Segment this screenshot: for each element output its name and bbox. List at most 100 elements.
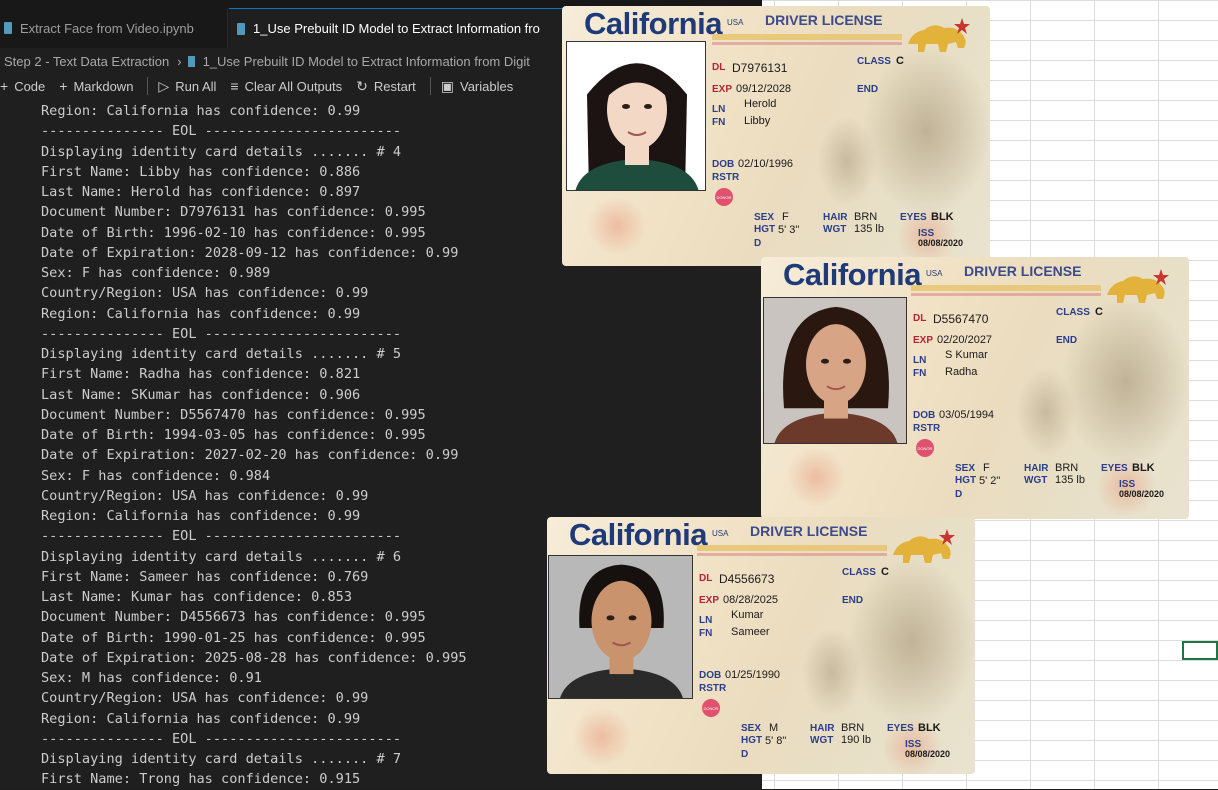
eye [606,615,615,621]
hgt-label: HGT [754,224,776,235]
dob-label: DOB [699,670,722,681]
output-line: Date of Birth: 1990-01-25 has confidence… [41,629,426,646]
eyes-value: BLK [931,211,954,223]
weight-value: 190 lb [841,734,871,746]
output-line: --------------- EOL --------------------… [41,528,402,545]
weight-value: 135 lb [854,223,884,235]
first-name: Radha [945,366,978,378]
dob-date: 02/10/1996 [738,158,794,170]
last-name: Kumar [731,609,764,621]
driver-license-card: California USA DRIVER LICENSE DL D455667… [547,517,975,774]
last-name: S Kumar [945,349,988,361]
height-value: 5' 2" [979,475,1001,487]
exp-label: EXP [913,335,934,346]
poppy-art [781,447,851,507]
class-value: C [896,55,904,67]
portrait-face [560,564,683,698]
toolbar-divider [429,77,431,95]
clear-all-label: Clear All Outputs [244,78,343,94]
ghost-portrait [1016,367,1076,457]
add-markdown-label: Markdown [73,78,134,94]
eyes-value: BLK [918,722,941,734]
d-label: D [955,489,963,500]
class-label: CLASS [842,567,876,578]
tab-label: 1_Use Prebuilt ID Model to Extract Infor… [253,21,540,36]
eyes-value: BLK [1132,462,1155,474]
add-code-button[interactable]: + Code [0,78,45,94]
class-label: CLASS [857,56,891,67]
donor-label: DONOR [716,194,732,200]
driver-license-card: California USA DRIVER LICENSE DL D556747… [761,257,1189,519]
eye [628,615,637,621]
eyes-label: EYES [887,723,914,734]
dl-number: D7976131 [732,61,788,75]
output-line: Date of Birth: 1994-03-05 has confidence… [41,427,426,443]
dl-number: D5567470 [933,312,989,326]
ln-label: LN [712,104,726,115]
variables-button[interactable]: ▣ Variables [441,78,513,95]
output-line: Country/Region: USA has confidence: 0.99 [41,487,369,504]
breadcrumb-folder[interactable]: Step 2 - Text Data Extraction [4,54,169,69]
selected-cell[interactable] [1182,641,1218,660]
usa-label: USA [712,529,729,538]
state-name: California [569,517,707,552]
id-photo [763,297,907,444]
header-band [712,42,902,45]
exp-date: 02/20/2027 [937,334,993,346]
output-line: Country/Region: USA has confidence: 0.99 [41,285,369,302]
face [806,324,866,405]
class-value: C [881,566,889,578]
tab-extract-face[interactable]: Extract Face from Video.ipynb [0,8,228,48]
clear-all-outputs-button[interactable]: ≡ Clear All Outputs [230,78,342,94]
output-line: Document Number: D5567470 has confidence… [41,406,426,423]
end-label: END [842,595,864,606]
portrait-face [575,63,699,190]
header-band [697,545,887,551]
dob-date: 01/25/1990 [725,669,781,681]
toolbar-divider [147,77,149,95]
dob-label: DOB [712,159,735,170]
tab-prebuilt-id-model[interactable]: 1_Use Prebuilt ID Model to Extract Infor… [229,8,569,48]
dl-number: D4556673 [719,572,775,586]
eye [622,104,630,109]
breadcrumb-file[interactable]: 1_Use Prebuilt ID Model to Extract Infor… [203,54,530,69]
output-line: Displaying identity card details .......… [41,143,402,160]
output-line: Last Name: SKumar has confidence: 0.906 [41,386,361,403]
dob-label: DOB [913,410,936,421]
hair-value: BRN [854,211,878,223]
portrait-face [774,306,898,443]
run-all-label: Run All [175,78,217,94]
sex-value: M [769,722,779,734]
restart-button[interactable]: ↻ Restart [356,78,416,95]
license-title: DRIVER LICENSE [765,12,883,28]
bear-star-icon [908,18,970,52]
license-title: DRIVER LICENSE [750,523,868,539]
output-line: Sex: M has confidence: 0.91 [41,670,262,686]
sex-value: F [983,462,990,474]
cell-output: Region: California has confidence: 0.99 -… [41,101,467,790]
hair-value: BRN [1055,462,1079,474]
output-line: Last Name: Kumar has confidence: 0.853 [41,589,352,605]
weight-value: 135 lb [1055,474,1085,486]
donor-icon: DONOR [916,439,934,457]
exp-date: 08/28/2025 [723,594,779,606]
eye [644,104,652,109]
add-code-label: Code [14,78,46,94]
dob-date: 03/05/1994 [939,409,995,421]
output-line: Country/Region: USA has confidence: 0.99 [41,690,369,707]
run-all-button[interactable]: ▷ Run All [158,78,216,95]
donor-icon: DONOR [702,699,720,717]
first-name: Sameer [731,626,770,638]
output-line: First Name: Sameer has confidence: 0.769 [41,568,369,585]
iss-date: 08/08/2020 [918,238,964,248]
output-line: Sex: F has confidence: 0.989 [41,265,271,281]
dl-label: DL [913,313,927,324]
add-markdown-button[interactable]: + Markdown [59,78,133,94]
output-line: Sex: F has confidence: 0.984 [41,467,271,484]
usa-label: USA [727,18,744,27]
class-value: C [1095,306,1103,318]
exp-label: EXP [712,84,733,95]
notebook-toolbar: + Code + Markdown ▷ Run All ≡ Clear All Outp… [0,74,527,98]
output-line: Date of Expiration: 2027-02-20 has confi… [41,447,459,464]
hair-label: HAIR [810,723,835,734]
